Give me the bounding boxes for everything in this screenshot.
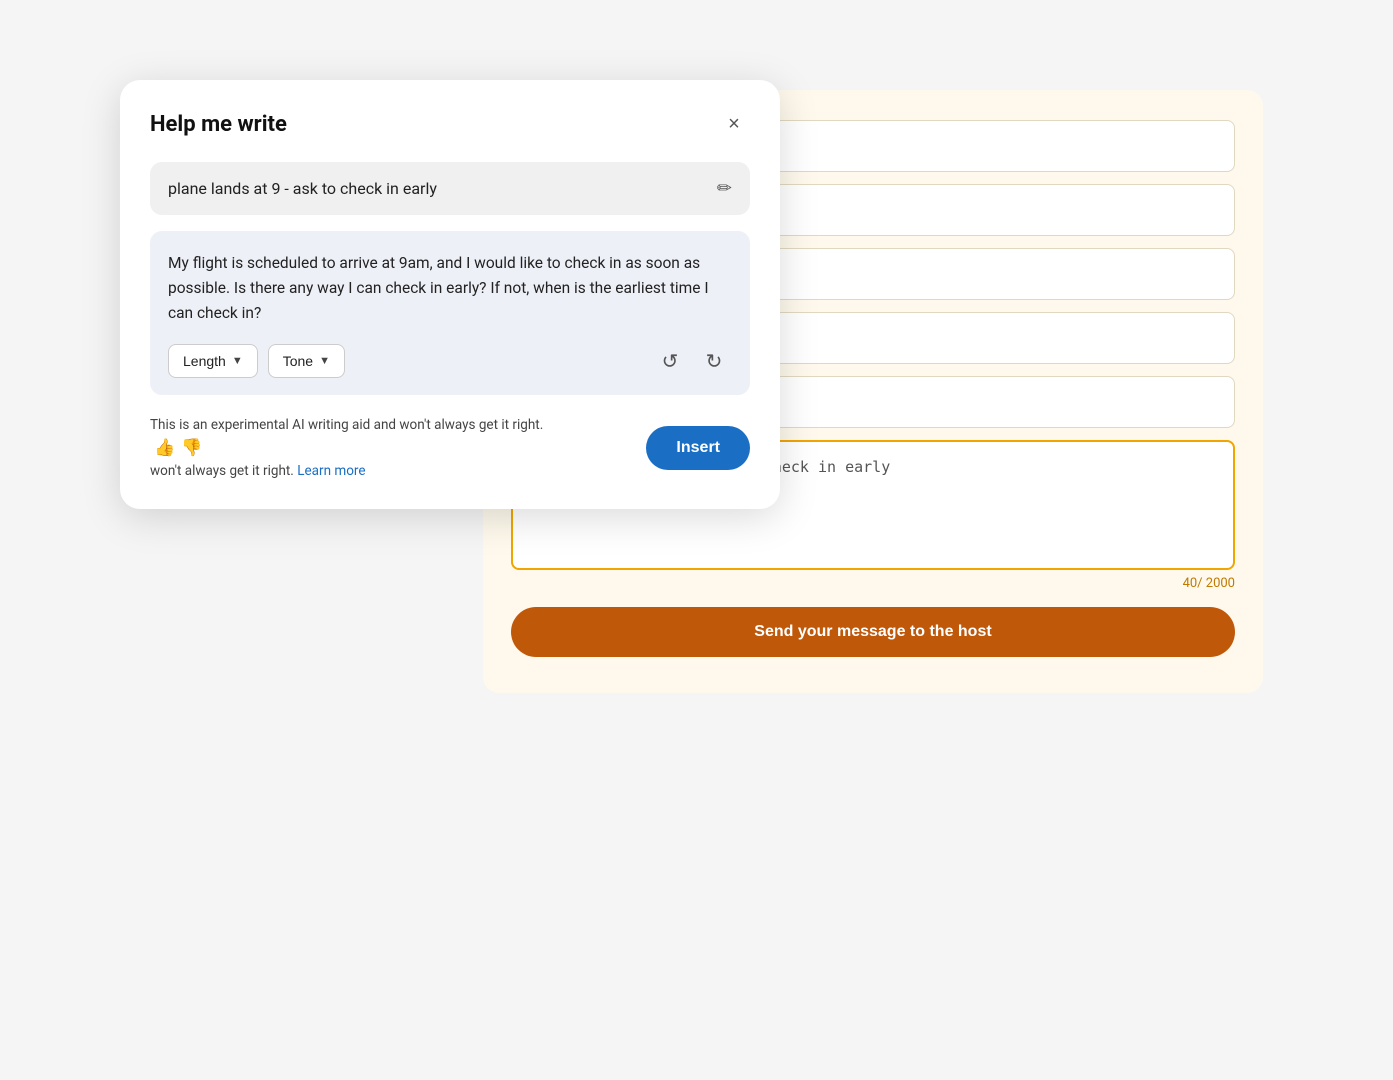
length-dropdown[interactable]: Length ▼: [168, 344, 258, 378]
redo-button[interactable]: ↻: [696, 343, 732, 379]
feedback-icons: 👍 👎: [154, 436, 202, 462]
dropdowns: Length ▼ Tone ▼: [168, 344, 345, 378]
undo-button[interactable]: ↺: [652, 343, 688, 379]
prompt-box: plane lands at 9 - ask to check in early…: [150, 162, 750, 215]
length-label: Length: [183, 353, 226, 369]
thumbs-up-icon[interactable]: 👍: [154, 436, 175, 462]
modal-footer: This is an experimental AI writing aid a…: [150, 415, 750, 481]
modal-title: Help me write: [150, 112, 287, 137]
thumbs-down-icon[interactable]: 👎: [181, 436, 202, 462]
generated-text: My flight is scheduled to arrive at 9am,…: [168, 251, 732, 325]
help-me-write-modal: Help me write × plane lands at 9 - ask t…: [120, 80, 780, 509]
tone-label: Tone: [283, 353, 313, 369]
edit-icon[interactable]: ✏: [717, 178, 732, 199]
generated-box: My flight is scheduled to arrive at 9am,…: [150, 231, 750, 395]
disclaimer-text: This is an experimental AI writing aid a…: [150, 415, 570, 481]
tone-dropdown[interactable]: Tone ▼: [268, 344, 345, 378]
insert-button[interactable]: Insert: [646, 426, 750, 470]
controls-row: Length ▼ Tone ▼ ↺ ↻: [168, 343, 732, 379]
tone-arrow: ▼: [319, 355, 330, 367]
learn-more-link[interactable]: Learn more: [297, 463, 365, 479]
char-count: 40/ 2000: [511, 576, 1235, 591]
modal-header: Help me write ×: [150, 108, 750, 140]
close-button[interactable]: ×: [718, 108, 750, 140]
length-arrow: ▼: [232, 355, 243, 367]
send-button[interactable]: Send your message to the host: [511, 607, 1235, 657]
undo-redo-group: ↺ ↻: [652, 343, 732, 379]
prompt-text: plane lands at 9 - ask to check in early: [168, 179, 705, 198]
